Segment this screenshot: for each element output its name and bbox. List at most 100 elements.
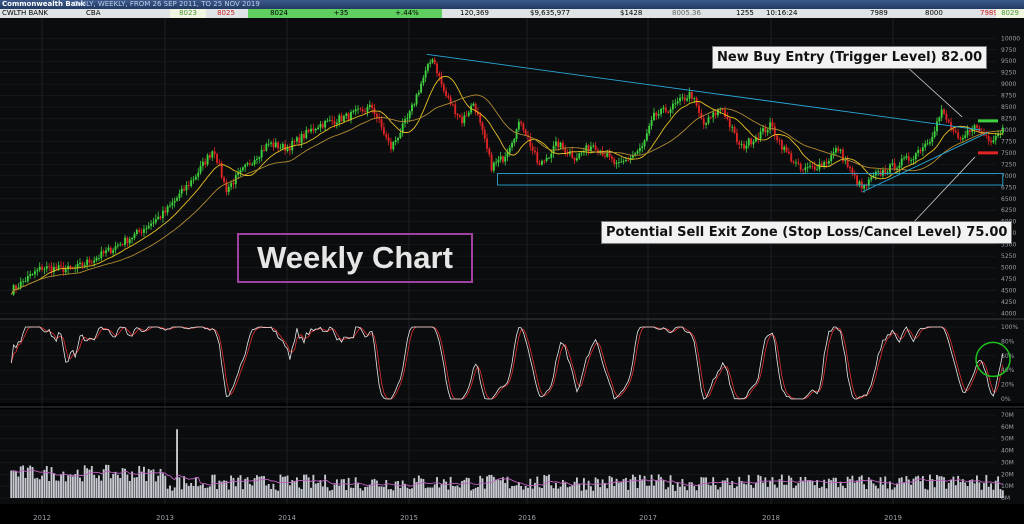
candle-body xyxy=(811,166,814,167)
candle-body xyxy=(328,119,331,121)
volume-bar xyxy=(587,480,590,498)
candle-body xyxy=(50,266,53,272)
candle-body xyxy=(799,163,802,170)
volume-bar xyxy=(411,488,413,498)
price-tick-label: 6750 xyxy=(1001,184,1016,191)
volume-bar xyxy=(938,476,941,498)
volume-bar xyxy=(272,483,275,498)
candle-body xyxy=(531,146,534,151)
volume-bar xyxy=(693,486,696,498)
candle-body xyxy=(126,237,129,244)
chart-title: Commonwealth Bank xyxy=(2,0,86,8)
candle-body xyxy=(764,128,767,133)
volume-bar xyxy=(973,483,976,498)
quote-high: 8000 xyxy=(925,9,943,17)
volume-bar xyxy=(983,483,985,498)
volume-bar xyxy=(667,487,670,498)
quote-strip: CWLTH BANK CBA 8023 8025 8024 +35 +.44% … xyxy=(0,9,1024,18)
candle-body xyxy=(152,222,155,224)
candle-body xyxy=(613,158,616,164)
candle-body xyxy=(26,276,29,282)
candle-body xyxy=(364,111,367,113)
volume-bar xyxy=(397,481,399,498)
candle-body xyxy=(380,119,383,128)
volume-bar xyxy=(928,474,931,498)
candle-body xyxy=(724,109,726,117)
volume-bar xyxy=(980,489,983,498)
candle-body xyxy=(813,166,816,170)
volume-bar xyxy=(495,479,498,498)
candle-body xyxy=(180,188,183,194)
volume-bar xyxy=(881,484,884,498)
volume-bar xyxy=(45,466,48,498)
candle-body xyxy=(317,127,320,130)
volume-bar xyxy=(853,482,856,498)
candle-body xyxy=(733,126,736,133)
volume-bar xyxy=(936,474,938,498)
volume-bar xyxy=(592,490,595,498)
volume-bar xyxy=(288,485,291,498)
volume-bar xyxy=(284,476,287,498)
volume-bar xyxy=(717,489,719,498)
volume-bar xyxy=(865,489,868,498)
volume-bar xyxy=(792,487,795,498)
volume-bar xyxy=(783,484,786,498)
volume-bar xyxy=(71,476,74,498)
candle-body xyxy=(787,151,790,154)
candle-body xyxy=(241,167,244,171)
candle-body xyxy=(966,130,969,136)
candle-body xyxy=(135,230,138,234)
chart-canvas: 1000097509500925090008750850082508000775… xyxy=(0,18,1024,522)
candle-body xyxy=(676,101,679,104)
candle-body xyxy=(406,117,409,120)
volume-bar xyxy=(454,486,457,498)
volume-bar xyxy=(467,478,470,498)
candle-body xyxy=(387,137,390,142)
volume-bar xyxy=(497,479,500,498)
candle-body xyxy=(898,165,901,169)
candle-body xyxy=(354,109,357,112)
candle-body xyxy=(617,161,620,163)
quote-f1: 1255 xyxy=(736,9,754,17)
volume-bar xyxy=(385,480,388,498)
x-tick-label: 2012 xyxy=(33,514,51,522)
candle-body xyxy=(171,202,174,206)
volume-bar xyxy=(326,487,329,498)
volume-bar xyxy=(472,489,475,498)
volume-bar xyxy=(813,485,816,498)
candle-body xyxy=(994,135,997,141)
volume-bar xyxy=(197,486,200,498)
candle-body xyxy=(382,127,385,135)
candle-body xyxy=(707,117,710,124)
volume-bar xyxy=(543,475,546,498)
candle-body xyxy=(93,260,96,263)
candle-body xyxy=(669,109,672,113)
volume-bar xyxy=(135,477,138,498)
candle-body xyxy=(62,266,65,273)
volume-bar xyxy=(740,481,743,498)
candle-body xyxy=(472,103,475,106)
candle-body xyxy=(263,149,265,151)
volume-bar xyxy=(157,475,160,498)
volume-bar xyxy=(150,470,153,498)
candle-body xyxy=(178,193,181,199)
candle-body xyxy=(959,138,962,140)
volume-tick-label: 60M xyxy=(1001,424,1014,431)
volume-bar xyxy=(653,485,655,498)
candle-body xyxy=(606,153,609,157)
volume-bar xyxy=(731,480,734,498)
candle-body xyxy=(585,145,588,152)
candle-body xyxy=(454,104,457,115)
volume-bar xyxy=(752,487,755,498)
volume-bar xyxy=(433,484,436,498)
candle-body xyxy=(209,155,211,158)
volume-bar xyxy=(733,487,736,498)
volume-bar xyxy=(664,489,667,498)
candle-body xyxy=(490,154,493,171)
volume-bar xyxy=(839,481,842,498)
candle-body xyxy=(905,156,908,159)
volume-bar xyxy=(508,488,511,498)
sell-exit-callout: Potential Sell Exit Zone (Stop Loss/Canc… xyxy=(601,221,1013,244)
price-tick-label: 7750 xyxy=(1001,138,1016,145)
candle-body xyxy=(465,115,468,117)
